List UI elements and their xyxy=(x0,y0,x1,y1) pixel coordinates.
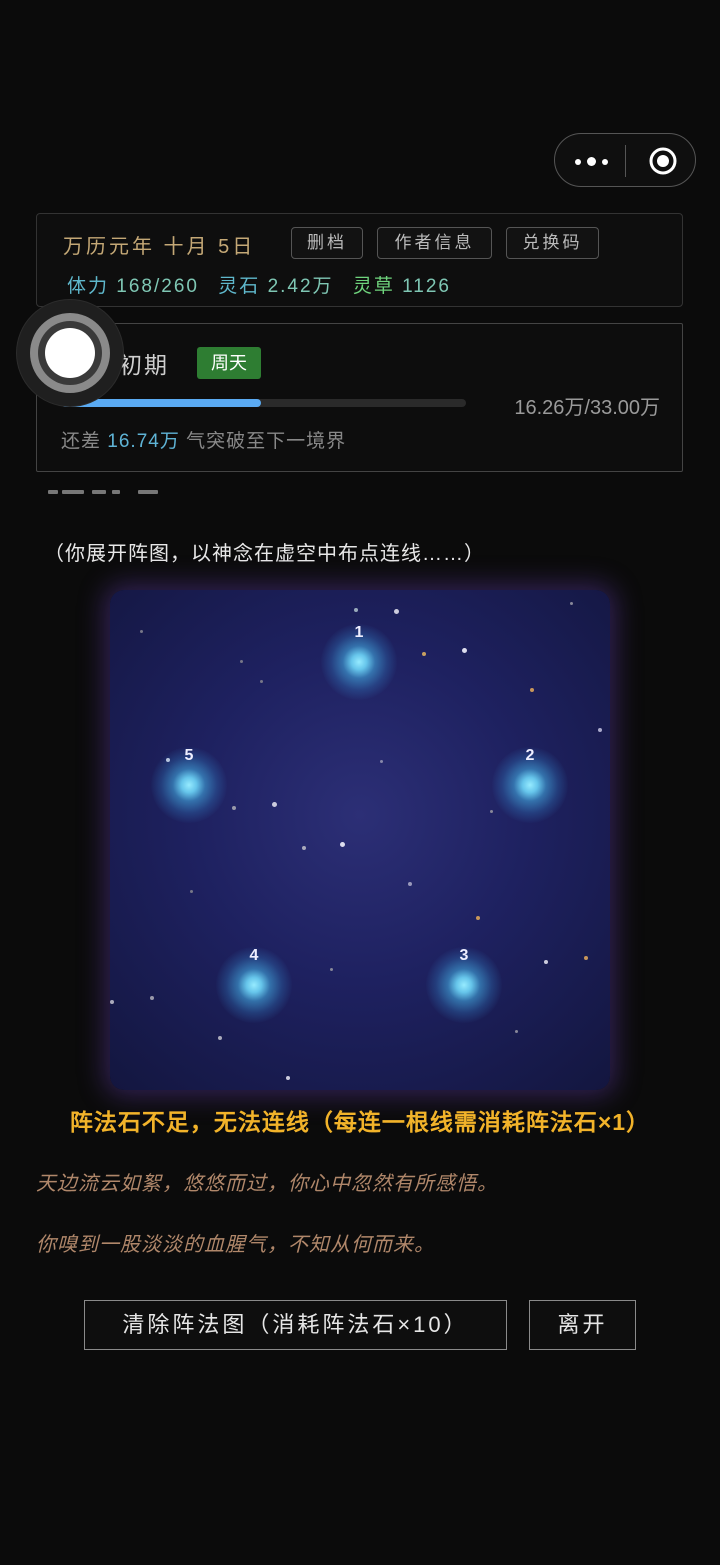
cultivation-exp: 16.26万/33.00万 xyxy=(514,397,660,419)
formation-node-label: 3 xyxy=(459,947,469,964)
star-dot xyxy=(272,802,277,807)
star-dot xyxy=(394,609,399,614)
redeem-code-button[interactable]: 兑换码 xyxy=(506,227,599,259)
breakthrough-remaining: 还差 16.74万 气突破至下一境界 xyxy=(61,426,346,453)
resource-stats: 体力 168/260 灵石 2.42万 灵草 1126 xyxy=(67,271,463,298)
realm-badge: 周天 xyxy=(197,347,261,379)
star-dot xyxy=(110,1000,114,1004)
star-dot xyxy=(190,890,193,893)
log-line-2: 你嗅到一股淡淡的血腥气，不知从何而来。 xyxy=(36,1234,435,1256)
remaining-suffix: 气突破至下一境界 xyxy=(186,431,347,452)
herb-label: 灵草 xyxy=(352,276,395,297)
stamina-label: 体力 xyxy=(67,276,110,297)
realm-stage: 初期 xyxy=(119,352,169,378)
star-dot xyxy=(515,1030,518,1033)
spirit-stone-value: 2.42万 xyxy=(267,276,334,297)
star-dot xyxy=(240,660,243,663)
star-dot xyxy=(260,680,263,683)
star-dot xyxy=(530,688,534,692)
spirit-stone-label: 灵石 xyxy=(218,276,261,297)
stamina-value: 168/260 xyxy=(116,276,199,297)
floating-button[interactable] xyxy=(17,300,123,406)
star-dot xyxy=(232,806,236,810)
star-dot xyxy=(354,608,358,612)
mini-program-capsule xyxy=(554,133,696,187)
star-dot xyxy=(598,728,602,732)
star-dot xyxy=(218,1036,222,1040)
formation-node-label: 2 xyxy=(525,747,535,764)
status-panel: 万历元年 十月 5日 删档 作者信息 兑换码 体力 168/260 灵石 2.4… xyxy=(36,213,683,307)
star-dot xyxy=(584,956,588,960)
remaining-prefix: 还差 xyxy=(61,431,102,452)
formation-board[interactable]: 1 2 3 4 5 xyxy=(110,590,610,1090)
clear-formation-button[interactable]: 清除阵法图（消耗阵法石×10） xyxy=(84,1300,507,1350)
delete-save-button[interactable]: 删档 xyxy=(291,227,363,259)
star-dot xyxy=(380,760,383,763)
floating-button-core xyxy=(45,328,95,378)
star-dot xyxy=(422,652,426,656)
realm-panel: 初期 周天 16.26万/33.00万 还差 16.74万 气突破至下一境界 xyxy=(36,323,683,472)
star-dot xyxy=(140,630,143,633)
star-dot xyxy=(462,648,467,653)
intro-text: （你展开阵图，以神念在虚空中布点连线……） xyxy=(44,543,485,565)
formation-node-label: 4 xyxy=(249,947,259,964)
star-dot xyxy=(286,1076,290,1080)
log-line-1: 天边流云如絮，悠悠而过，你心中忽然有所感悟。 xyxy=(36,1173,498,1195)
cultivation-progress-bar xyxy=(61,399,466,407)
more-dots-icon[interactable] xyxy=(573,148,613,174)
leave-button[interactable]: 离开 xyxy=(529,1300,636,1350)
author-info-button[interactable]: 作者信息 xyxy=(377,227,492,259)
star-dot xyxy=(570,602,573,605)
formation-node-label: 5 xyxy=(184,747,194,764)
star-dot xyxy=(302,846,306,850)
warning-message: 阵法石不足，无法连线（每连一根线需消耗阵法石×1） xyxy=(69,1109,651,1135)
star-dot xyxy=(150,996,154,1000)
game-date: 万历元年 十月 5日 xyxy=(63,236,256,258)
formation-node-label: 1 xyxy=(354,624,364,641)
star-dot xyxy=(330,968,333,971)
star-dot xyxy=(544,960,548,964)
herb-value: 1126 xyxy=(402,276,451,297)
star-dot xyxy=(340,842,345,847)
star-dot xyxy=(476,916,480,920)
scrolled-text-remnant xyxy=(48,490,168,496)
target-close-icon[interactable] xyxy=(648,146,678,176)
capsule-divider xyxy=(625,145,626,177)
star-dot xyxy=(490,810,493,813)
star-dot xyxy=(408,882,412,886)
remaining-value: 16.74万 xyxy=(107,431,180,452)
